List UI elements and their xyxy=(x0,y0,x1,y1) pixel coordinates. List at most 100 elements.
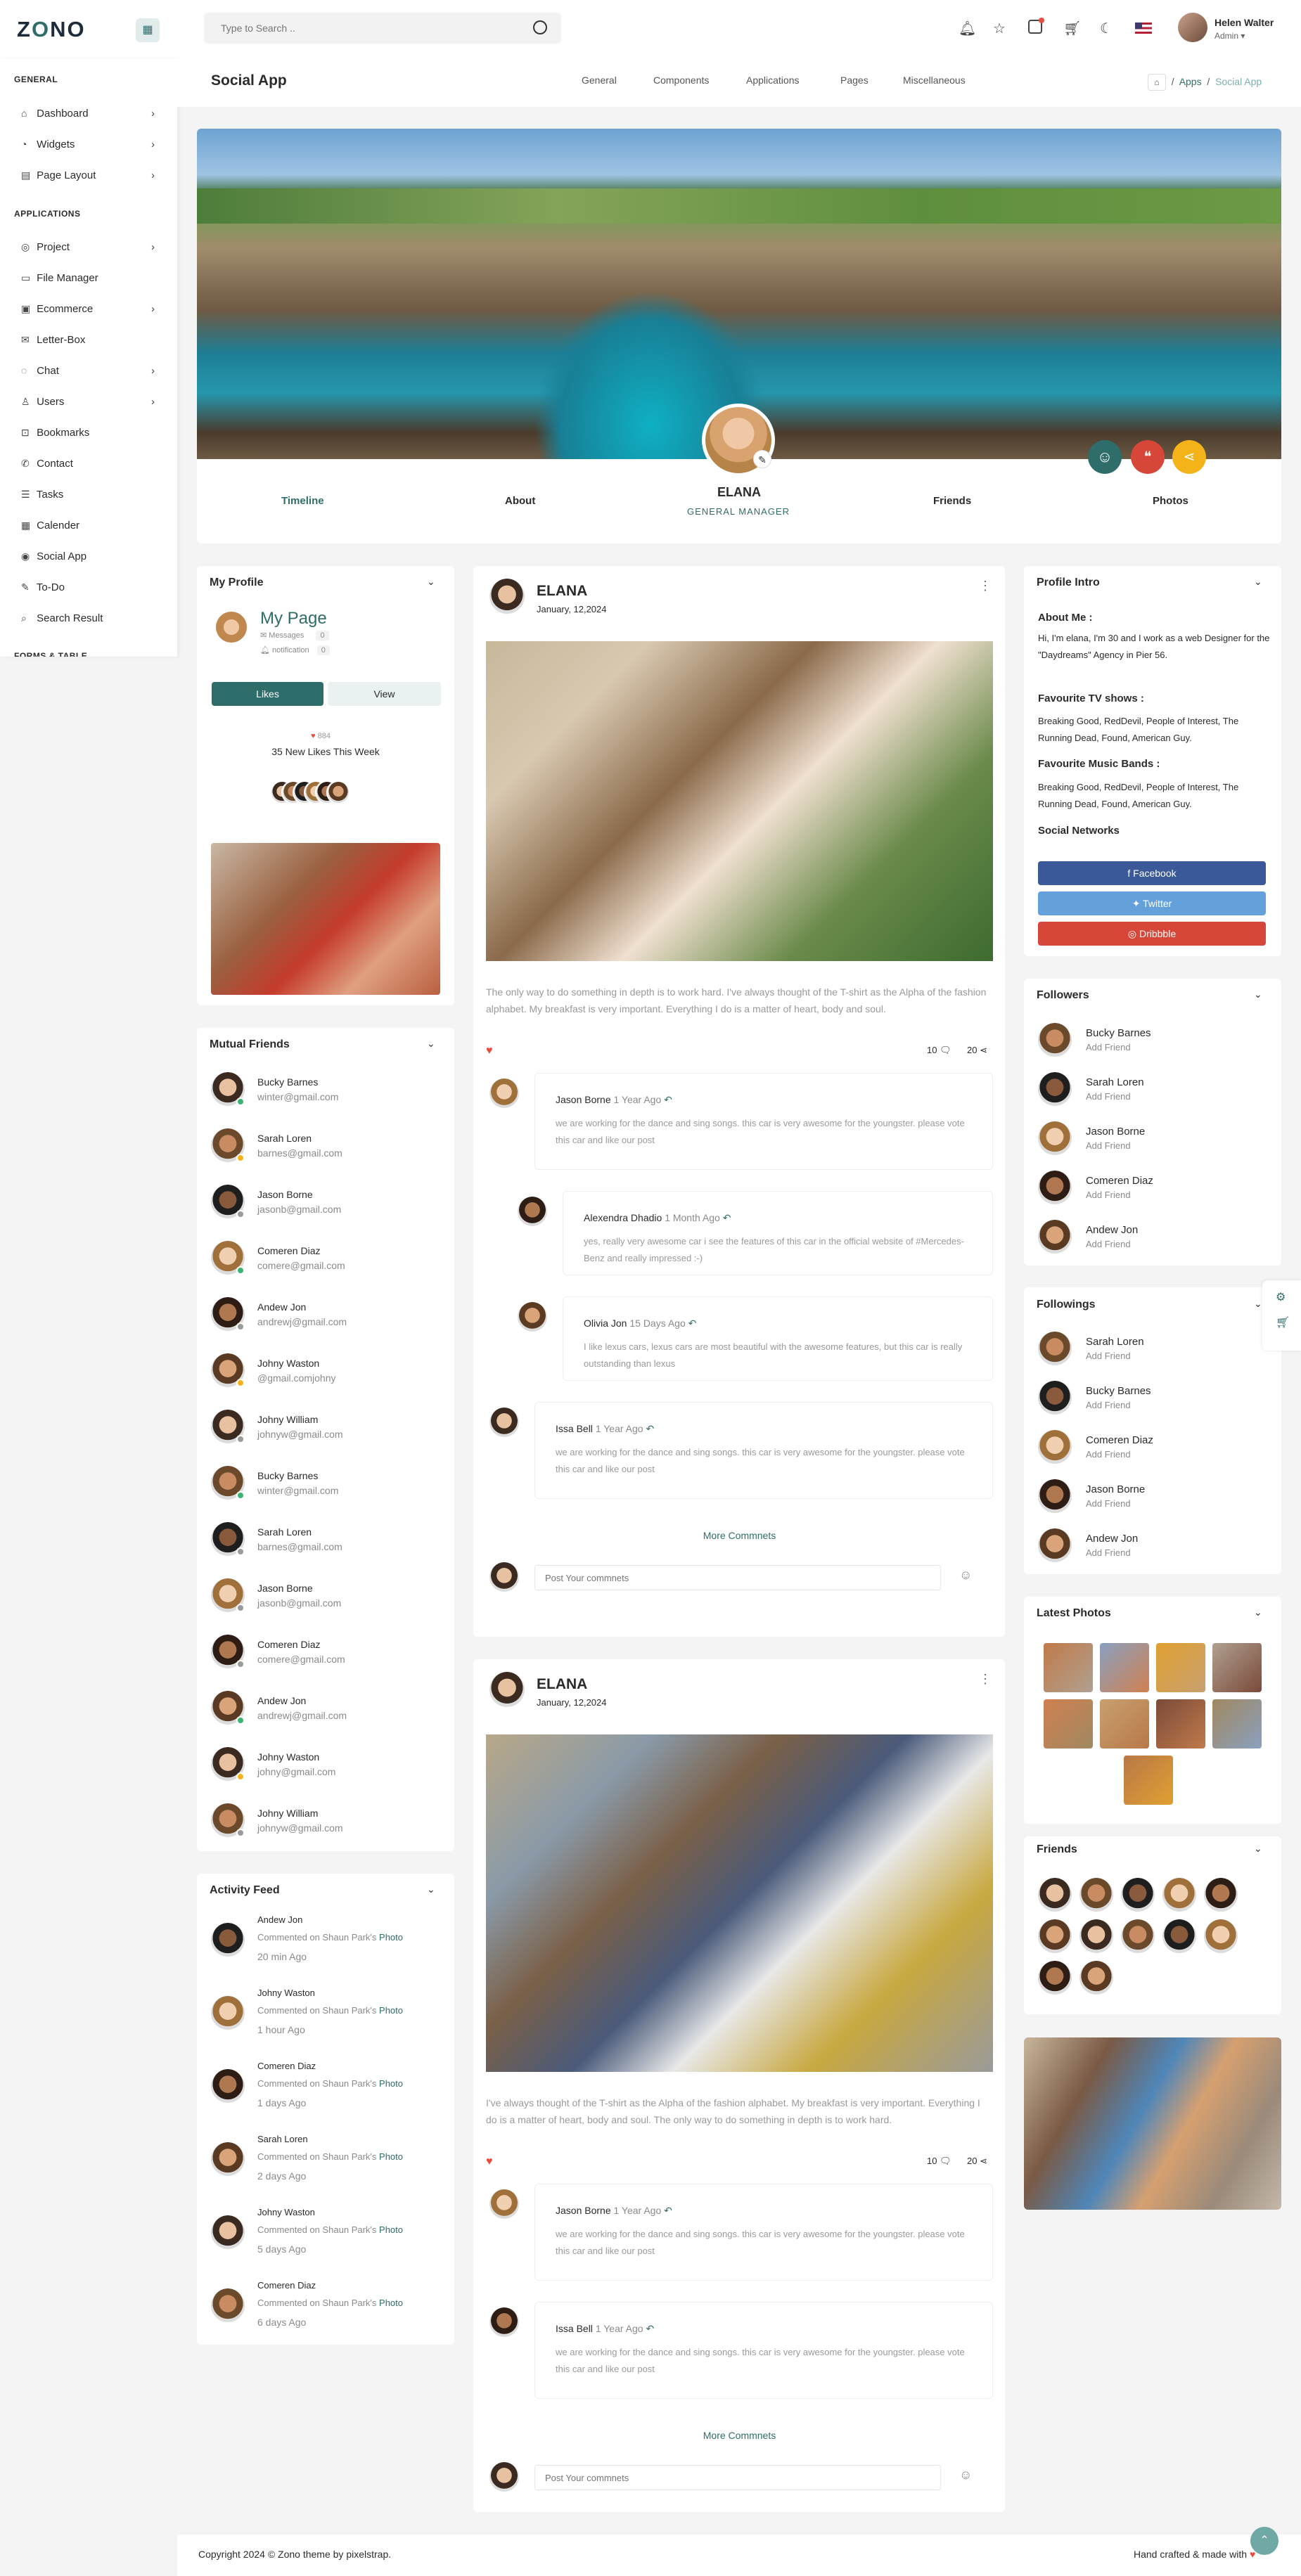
sidebar-item-social-app[interactable]: ◉ Social App xyxy=(21,550,155,562)
friend-name[interactable]: Jason Borne xyxy=(257,1583,313,1594)
chevron-down-icon[interactable]: ⌄ xyxy=(1254,576,1262,588)
shares-count[interactable]: 20 ⋖ xyxy=(967,1045,987,1056)
reply-icon[interactable]: ↶ xyxy=(646,2323,654,2334)
activity-name[interactable]: Johny Waston xyxy=(257,1988,315,1998)
activity-name[interactable]: Andew Jon xyxy=(257,1914,302,1925)
sidebar-item-bookmarks[interactable]: ⊡ Bookmarks xyxy=(21,427,155,439)
reply-icon[interactable]: ↶ xyxy=(646,1423,654,1434)
scroll-top-icon[interactable]: ⌃ xyxy=(1250,2527,1278,2555)
moon-icon[interactable]: ☾ xyxy=(1100,20,1113,37)
reply-icon[interactable]: ↶ xyxy=(723,1212,731,1223)
more-icon[interactable]: ⋮ xyxy=(979,579,992,593)
friend-avatar[interactable] xyxy=(1079,1919,1113,1953)
friend-avatar[interactable] xyxy=(1038,1961,1072,1995)
chevron-down-icon[interactable]: ⌄ xyxy=(427,1038,435,1050)
reply-icon[interactable]: ↶ xyxy=(664,2205,672,2216)
search-bar[interactable] xyxy=(204,13,561,44)
add-friend-link[interactable]: Add Friend xyxy=(1086,1498,1131,1509)
chevron-down-icon[interactable]: ⌄ xyxy=(1254,1843,1262,1855)
more-icon[interactable]: ⋮ xyxy=(979,1672,992,1687)
add-friend-link[interactable]: Add Friend xyxy=(1086,1400,1131,1410)
followers-name[interactable]: Comeren Diaz xyxy=(1086,1175,1153,1187)
friend-avatar[interactable] xyxy=(1121,1919,1155,1953)
followings-name[interactable]: Bucky Barnes xyxy=(1086,1385,1151,1397)
activity-name[interactable]: Comeren Diaz xyxy=(257,2280,316,2291)
cart-icon[interactable]: 🛒︎ xyxy=(1063,20,1081,37)
twitter-button[interactable]: ✦ Twitter xyxy=(1038,891,1266,915)
cart-icon[interactable]: 🛒︎ xyxy=(1276,1315,1290,1329)
bell-icon[interactable]: 🔔︎ xyxy=(959,20,976,37)
tab-friends[interactable]: Friends xyxy=(933,495,971,507)
chevron-down-icon[interactable]: ⌄ xyxy=(1254,1606,1262,1618)
sidebar-item-users[interactable]: ♙ Users › xyxy=(21,396,155,408)
flag-icon[interactable] xyxy=(1135,22,1152,34)
friend-avatar[interactable] xyxy=(1121,1878,1155,1912)
add-friend-link[interactable]: Add Friend xyxy=(1086,1449,1131,1460)
gallery-photo[interactable] xyxy=(1044,1643,1093,1692)
sidebar-item-calender[interactable]: ▦ Calender xyxy=(21,520,155,532)
chevron-down-icon[interactable]: ⌄ xyxy=(427,1883,435,1895)
gallery-photo[interactable] xyxy=(1044,1699,1093,1749)
activity-name[interactable]: Comeren Diaz xyxy=(257,2061,316,2071)
search-icon[interactable] xyxy=(533,20,547,34)
facebook-button[interactable]: f Facebook xyxy=(1038,861,1266,885)
menu-miscellaneous[interactable]: Miscellaneous xyxy=(903,75,966,86)
search-input[interactable] xyxy=(204,13,513,44)
reply-icon[interactable]: ↶ xyxy=(664,1094,672,1105)
followings-name[interactable]: Sarah Loren xyxy=(1086,1336,1144,1348)
share-icon[interactable]: ⋖ xyxy=(1172,440,1206,474)
friend-name[interactable]: Johny Waston xyxy=(257,1358,319,1369)
sidebar-item-page-layout[interactable]: ▤ Page Layout › xyxy=(21,169,155,181)
logo[interactable]: ZONO xyxy=(17,17,86,42)
menu-applications[interactable]: Applications xyxy=(746,75,800,86)
followings-name[interactable]: Comeren Diaz xyxy=(1086,1434,1153,1446)
followers-name[interactable]: Sarah Loren xyxy=(1086,1076,1144,1088)
followings-name[interactable]: Andew Jon xyxy=(1086,1533,1138,1545)
add-friend-link[interactable]: Add Friend xyxy=(1086,1140,1131,1151)
activity-name[interactable]: Sarah Loren xyxy=(257,2134,308,2144)
followers-name[interactable]: Andew Jon xyxy=(1086,1224,1138,1236)
smile-icon[interactable]: ☺ xyxy=(1088,440,1122,474)
comment-input[interactable] xyxy=(534,1565,941,1590)
tab-photos[interactable]: Photos xyxy=(1153,495,1188,507)
reply-icon[interactable]: ↶ xyxy=(688,1318,697,1329)
photo-link[interactable]: Photo xyxy=(379,2151,403,2162)
friend-name[interactable]: Johny William xyxy=(257,1808,318,1819)
followers-name[interactable]: Bucky Barnes xyxy=(1086,1027,1151,1039)
view-button[interactable]: View xyxy=(328,682,441,706)
dribbble-button[interactable]: ◎ Dribbble xyxy=(1038,922,1266,946)
menu-components[interactable]: Components xyxy=(653,75,709,86)
gallery-photo[interactable] xyxy=(1156,1643,1205,1692)
chevron-down-icon[interactable]: ⌄ xyxy=(427,576,435,588)
my-page-link[interactable]: My Page xyxy=(260,609,327,629)
photo-link[interactable]: Photo xyxy=(379,2078,403,2089)
add-friend-link[interactable]: Add Friend xyxy=(1086,1091,1131,1102)
friend-avatar[interactable] xyxy=(1079,1878,1113,1912)
friend-name[interactable]: Johny William xyxy=(257,1414,318,1425)
star-icon[interactable]: ☆ xyxy=(993,20,1006,37)
sidebar-item-tasks[interactable]: ☰ Tasks xyxy=(21,489,155,501)
heart-icon[interactable]: ♥ xyxy=(486,2156,493,2168)
activity-name[interactable]: Johny Waston xyxy=(257,2207,315,2217)
friend-name[interactable]: Johny Waston xyxy=(257,1751,319,1763)
followers-name[interactable]: Jason Borne xyxy=(1086,1126,1145,1138)
friend-avatar[interactable] xyxy=(1038,1919,1072,1953)
friend-name[interactable]: Comeren Diaz xyxy=(257,1639,320,1650)
tab-about[interactable]: About xyxy=(505,495,535,507)
add-friend-link[interactable]: Add Friend xyxy=(1086,1190,1131,1200)
friend-avatar[interactable] xyxy=(1079,1961,1113,1995)
heart-icon[interactable]: ♥ xyxy=(486,1045,493,1057)
photo-link[interactable]: Photo xyxy=(379,2005,403,2016)
gallery-photo[interactable] xyxy=(1100,1643,1149,1692)
photo-link[interactable]: Photo xyxy=(379,2298,403,2308)
friend-avatar[interactable] xyxy=(1162,1878,1196,1912)
edit-icon[interactable]: ✎ xyxy=(753,450,771,468)
more-comments-link[interactable]: More Commnets xyxy=(486,2430,993,2441)
sidebar-item-to-do[interactable]: ✎ To-Do xyxy=(21,581,155,593)
sidebar-item-project[interactable]: ◎ Project › xyxy=(21,241,155,253)
post-author[interactable]: ELANA xyxy=(537,583,587,600)
gallery-photo[interactable] xyxy=(1212,1699,1262,1749)
comments-count[interactable]: 10 🗨︎ xyxy=(927,2156,951,2167)
breadcrumb-apps[interactable]: Apps xyxy=(1179,76,1202,87)
friend-name[interactable]: Bucky Barnes xyxy=(257,1076,318,1088)
